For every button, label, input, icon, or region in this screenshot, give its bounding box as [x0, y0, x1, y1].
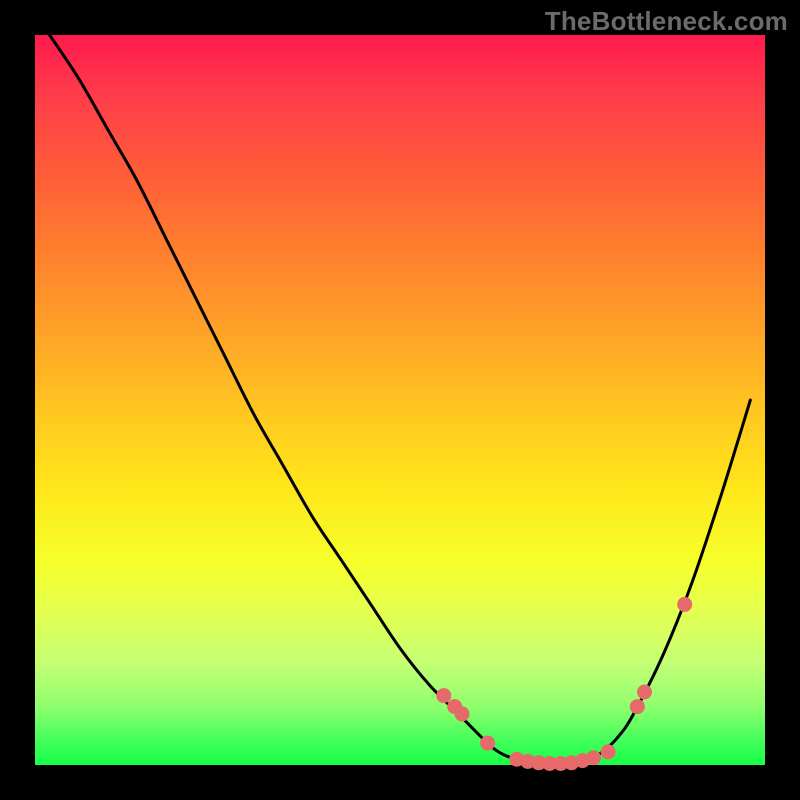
- data-marker: [677, 597, 692, 612]
- data-marker: [436, 688, 451, 703]
- data-marker: [586, 750, 601, 765]
- plot-area: [35, 35, 765, 765]
- bottleneck-curve: [50, 35, 751, 764]
- curve-svg: [35, 35, 765, 765]
- data-marker: [480, 736, 495, 751]
- chart-frame: TheBottleneck.com: [0, 0, 800, 800]
- data-marker: [637, 685, 652, 700]
- data-marker: [455, 706, 470, 721]
- watermark-text: TheBottleneck.com: [545, 6, 788, 37]
- data-marker: [601, 744, 616, 759]
- data-marker: [630, 699, 645, 714]
- marker-group: [436, 597, 692, 771]
